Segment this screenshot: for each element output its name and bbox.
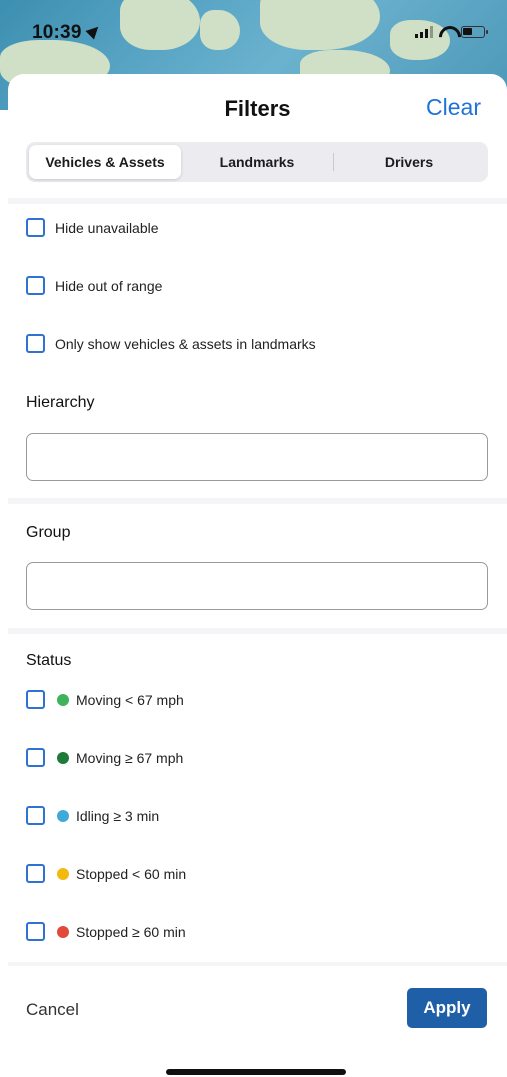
hierarchy-input[interactable] bbox=[26, 433, 488, 481]
tab-drivers[interactable]: Drivers bbox=[333, 145, 485, 179]
status-label-text: Moving < 67 mph bbox=[76, 691, 184, 708]
status-label-text: Stopped ≥ 60 min bbox=[76, 923, 186, 940]
map-land bbox=[260, 0, 380, 50]
status-dot-icon bbox=[57, 693, 69, 706]
section-divider bbox=[8, 198, 507, 204]
status-stopped-over-60[interactable]: Stopped ≥ 60 min bbox=[26, 922, 186, 941]
status-dot-icon bbox=[57, 751, 69, 764]
status-bar-indicators bbox=[415, 26, 488, 38]
status-moving-under-67[interactable]: Moving < 67 mph bbox=[26, 690, 184, 709]
option-label: Hide out of range bbox=[55, 277, 163, 294]
option-label: Only show vehicles & assets in landmarks bbox=[55, 335, 316, 352]
home-indicator bbox=[166, 1069, 346, 1075]
time-text: 10:39 bbox=[32, 22, 82, 43]
status-moving-over-67[interactable]: Moving ≥ 67 mph bbox=[26, 748, 183, 767]
map-land bbox=[200, 10, 240, 50]
checkbox[interactable] bbox=[26, 334, 45, 353]
cancel-button[interactable]: Cancel bbox=[26, 1000, 79, 1020]
hierarchy-label: Hierarchy bbox=[26, 394, 95, 411]
checkbox[interactable] bbox=[26, 218, 45, 237]
status-dot-icon bbox=[57, 809, 69, 822]
status-label-text: Stopped < 60 min bbox=[76, 865, 187, 882]
section-divider bbox=[8, 498, 507, 504]
clear-button[interactable]: Clear bbox=[426, 94, 481, 121]
map-land bbox=[120, 0, 200, 50]
checkbox[interactable] bbox=[26, 690, 45, 709]
checkbox[interactable] bbox=[26, 748, 45, 767]
status-dot-icon bbox=[57, 867, 69, 880]
section-divider bbox=[8, 628, 507, 634]
location-arrow-icon bbox=[85, 22, 103, 40]
status-label-text: Idling ≥ 3 min bbox=[76, 807, 160, 824]
option-label: Hide unavailable bbox=[55, 219, 159, 236]
signal-icon bbox=[415, 26, 433, 38]
tab-vehicles-assets[interactable]: Vehicles & Assets bbox=[29, 145, 181, 179]
option-only-in-landmarks[interactable]: Only show vehicles & assets in landmarks bbox=[26, 334, 316, 353]
checkbox[interactable] bbox=[26, 922, 45, 941]
checkbox[interactable] bbox=[26, 864, 45, 883]
footer-divider bbox=[8, 962, 507, 966]
battery-icon bbox=[461, 26, 488, 38]
status-label: Status bbox=[26, 652, 72, 669]
option-hide-unavailable[interactable]: Hide unavailable bbox=[26, 218, 159, 237]
group-input[interactable] bbox=[26, 562, 488, 610]
status-dot-icon bbox=[57, 925, 69, 938]
checkbox[interactable] bbox=[26, 276, 45, 295]
checkbox[interactable] bbox=[26, 806, 45, 825]
group-label: Group bbox=[26, 524, 71, 541]
status-label-text: Moving ≥ 67 mph bbox=[76, 749, 184, 766]
option-hide-out-of-range[interactable]: Hide out of range bbox=[26, 276, 162, 295]
apply-button[interactable]: Apply bbox=[407, 988, 487, 1028]
filter-tabs: Vehicles & Assets Landmarks Drivers bbox=[26, 142, 488, 182]
status-bar-time: 10:39 bbox=[32, 22, 103, 44]
filters-sheet: Filters Clear Vehicles & Assets Landmark… bbox=[8, 74, 507, 1077]
tab-landmarks[interactable]: Landmarks bbox=[181, 145, 333, 179]
status-stopped-under-60[interactable]: Stopped < 60 min bbox=[26, 864, 186, 883]
wifi-icon bbox=[439, 26, 455, 38]
status-idling[interactable]: Idling ≥ 3 min bbox=[26, 806, 159, 825]
